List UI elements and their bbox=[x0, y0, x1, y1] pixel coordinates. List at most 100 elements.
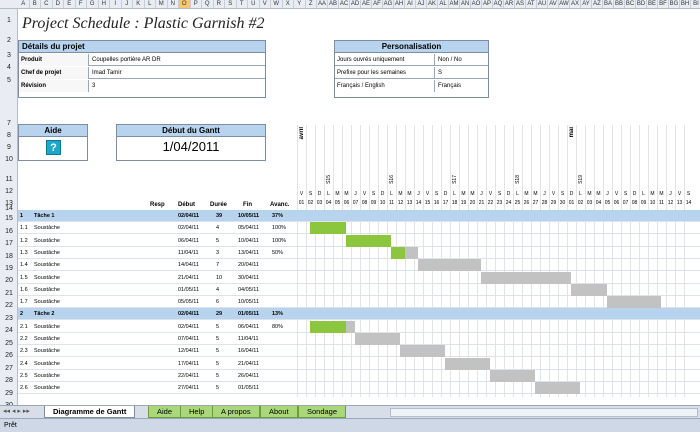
task-duration[interactable]: 7 bbox=[216, 259, 219, 271]
column-header-u[interactable]: U bbox=[248, 0, 260, 8]
task-duration[interactable]: 6 bbox=[216, 296, 219, 308]
column-header-bg[interactable]: BG bbox=[669, 0, 680, 8]
column-header-a[interactable]: A bbox=[18, 0, 30, 8]
column-header-bh[interactable]: BH bbox=[680, 0, 691, 8]
task-duration[interactable]: 5 bbox=[216, 345, 219, 357]
task-number[interactable]: 1 bbox=[20, 210, 23, 222]
column-header-ai[interactable]: AI bbox=[405, 0, 416, 8]
task-number[interactable]: 1.3 bbox=[20, 247, 28, 259]
column-header-j[interactable]: J bbox=[122, 0, 133, 8]
row-header-20[interactable]: 20 bbox=[0, 277, 18, 284]
row-header-22[interactable]: 22 bbox=[0, 302, 18, 309]
task-end-date[interactable]: 01/05/11 bbox=[238, 308, 259, 320]
column-header-o[interactable]: O bbox=[179, 0, 191, 8]
row-header-7[interactable]: 7 bbox=[0, 120, 18, 127]
column-header-bb[interactable]: BB bbox=[614, 0, 625, 8]
task-start-date[interactable]: 02/04/11 bbox=[178, 321, 199, 333]
detail-value[interactable]: Imad Tamir bbox=[89, 67, 122, 79]
column-header-g[interactable]: G bbox=[87, 0, 99, 8]
task-end-date[interactable]: 01/05/11 bbox=[238, 382, 259, 394]
task-number[interactable]: 1.4 bbox=[20, 259, 28, 271]
task-start-date[interactable]: 14/04/11 bbox=[178, 259, 199, 271]
task-name[interactable]: Soustâche bbox=[34, 272, 60, 284]
sheet-tab[interactable]: Sondage bbox=[298, 406, 347, 418]
row-header-14[interactable]: 14 bbox=[0, 205, 18, 212]
task-end-date[interactable]: 16/04/11 bbox=[238, 345, 259, 357]
task-row[interactable]: 1.7 Soustâche 05/05/11 6 10/05/11 bbox=[18, 296, 700, 309]
row-header-17[interactable]: 17 bbox=[0, 240, 18, 247]
column-header-bc[interactable]: BC bbox=[625, 0, 636, 8]
column-header-c[interactable]: C bbox=[41, 0, 53, 8]
row-header-4[interactable]: 4 bbox=[0, 64, 18, 71]
task-start-date[interactable]: 27/04/11 bbox=[178, 382, 199, 394]
task-duration[interactable]: 39 bbox=[216, 210, 222, 222]
column-header-l[interactable]: L bbox=[145, 0, 156, 8]
column-header-aa[interactable]: AA bbox=[317, 0, 328, 8]
task-row[interactable]: 2.2 Soustâche 07/04/11 5 11/04/11 bbox=[18, 333, 700, 345]
column-header-ay[interactable]: AY bbox=[581, 0, 592, 8]
task-progress[interactable]: 80% bbox=[272, 321, 283, 333]
column-header-p[interactable]: P bbox=[191, 0, 202, 8]
task-progress[interactable]: 37% bbox=[272, 210, 283, 222]
row-header-5[interactable]: 5 bbox=[0, 77, 18, 84]
column-header-ah[interactable]: AH bbox=[394, 0, 405, 8]
column-header-ar[interactable]: AR bbox=[504, 0, 515, 8]
sheet-tab[interactable]: Diagramme de Gantt bbox=[44, 406, 136, 418]
task-start-date[interactable]: 11/04/11 bbox=[178, 247, 199, 259]
row-header-26[interactable]: 26 bbox=[0, 352, 18, 359]
column-header-ap[interactable]: AP bbox=[482, 0, 493, 8]
task-progress[interactable]: 100% bbox=[272, 235, 286, 247]
task-name[interactable]: Soustâche bbox=[34, 296, 60, 308]
task-name[interactable]: Soustâche bbox=[34, 259, 60, 271]
task-number[interactable]: 1.7 bbox=[20, 296, 28, 308]
task-number[interactable]: 2.4 bbox=[20, 358, 28, 370]
column-header-r[interactable]: R bbox=[214, 0, 225, 8]
row-header-25[interactable]: 25 bbox=[0, 340, 18, 347]
task-number[interactable]: 2.5 bbox=[20, 370, 28, 382]
task-row[interactable]: 2.5 Soustâche 22/04/11 5 26/04/11 bbox=[18, 369, 700, 382]
column-header-x[interactable]: X bbox=[283, 0, 294, 8]
task-row[interactable]: 1.3 Soustâche 11/04/11 3 13/04/11 50% bbox=[18, 246, 700, 259]
task-row[interactable]: 1.4 Soustâche 14/04/11 7 20/04/11 bbox=[18, 259, 700, 272]
column-header-h[interactable]: H bbox=[99, 0, 110, 8]
column-header-d[interactable]: D bbox=[53, 0, 64, 8]
column-header-aw[interactable]: AW bbox=[559, 0, 570, 8]
task-start-date[interactable]: 02/04/11 bbox=[178, 308, 199, 320]
sheet-tab[interactable]: Help bbox=[180, 406, 214, 418]
column-header-ab[interactable]: AB bbox=[328, 0, 339, 8]
task-duration[interactable]: 5 bbox=[216, 358, 219, 370]
column-header-w[interactable]: W bbox=[271, 0, 283, 8]
setting-value[interactable]: Français bbox=[435, 80, 461, 92]
column-header-ac[interactable]: AC bbox=[339, 0, 350, 8]
task-duration[interactable]: 10 bbox=[216, 272, 222, 284]
column-headers[interactable]: A B C D E F G H I J K L M N O P Q R S T U V W X Y Z AA AB AC AD AE AF AG… bbox=[0, 0, 700, 9]
column-header-bi[interactable]: BI bbox=[691, 0, 700, 8]
column-header-m[interactable]: M bbox=[156, 0, 168, 8]
task-row[interactable]: 1.5 Soustâche 21/04/11 10 30/04/11 bbox=[18, 271, 700, 284]
task-name[interactable]: Soustâche bbox=[34, 358, 60, 370]
row-header-12[interactable]: 12 bbox=[0, 188, 18, 195]
task-end-date[interactable]: 05/04/11 bbox=[238, 222, 259, 234]
row-header-18[interactable]: 18 bbox=[0, 253, 18, 260]
task-end-date[interactable]: 13/04/11 bbox=[238, 247, 259, 259]
task-name[interactable]: Soustâche bbox=[34, 345, 60, 357]
sheet-tab[interactable]: A propos bbox=[212, 406, 260, 418]
column-header-k[interactable]: K bbox=[133, 0, 145, 8]
column-header-z[interactable]: Z bbox=[306, 0, 317, 8]
task-start-date[interactable]: 01/05/11 bbox=[178, 284, 199, 296]
setting-row-language[interactable]: Français / English Français bbox=[335, 80, 488, 92]
sheet-tab[interactable]: About bbox=[260, 406, 298, 418]
row-header-28[interactable]: 28 bbox=[0, 377, 18, 384]
column-header-ao[interactable]: AO bbox=[471, 0, 482, 8]
setting-row-workdays[interactable]: Jours ouvrés uniquement Non / No bbox=[335, 54, 488, 66]
task-progress[interactable]: 13% bbox=[272, 308, 283, 320]
task-progress[interactable]: 100% bbox=[272, 222, 286, 234]
task-name[interactable]: Tâche 1 bbox=[34, 210, 54, 222]
task-start-date[interactable]: 07/04/11 bbox=[178, 333, 199, 345]
column-header-ad[interactable]: AD bbox=[350, 0, 361, 8]
task-duration[interactable]: 29 bbox=[216, 308, 222, 320]
task-start-date[interactable]: 05/05/11 bbox=[178, 296, 199, 308]
task-start-date[interactable]: 17/04/11 bbox=[178, 358, 199, 370]
task-name[interactable]: Soustâche bbox=[34, 222, 60, 234]
task-end-date[interactable]: 30/04/11 bbox=[238, 272, 259, 284]
